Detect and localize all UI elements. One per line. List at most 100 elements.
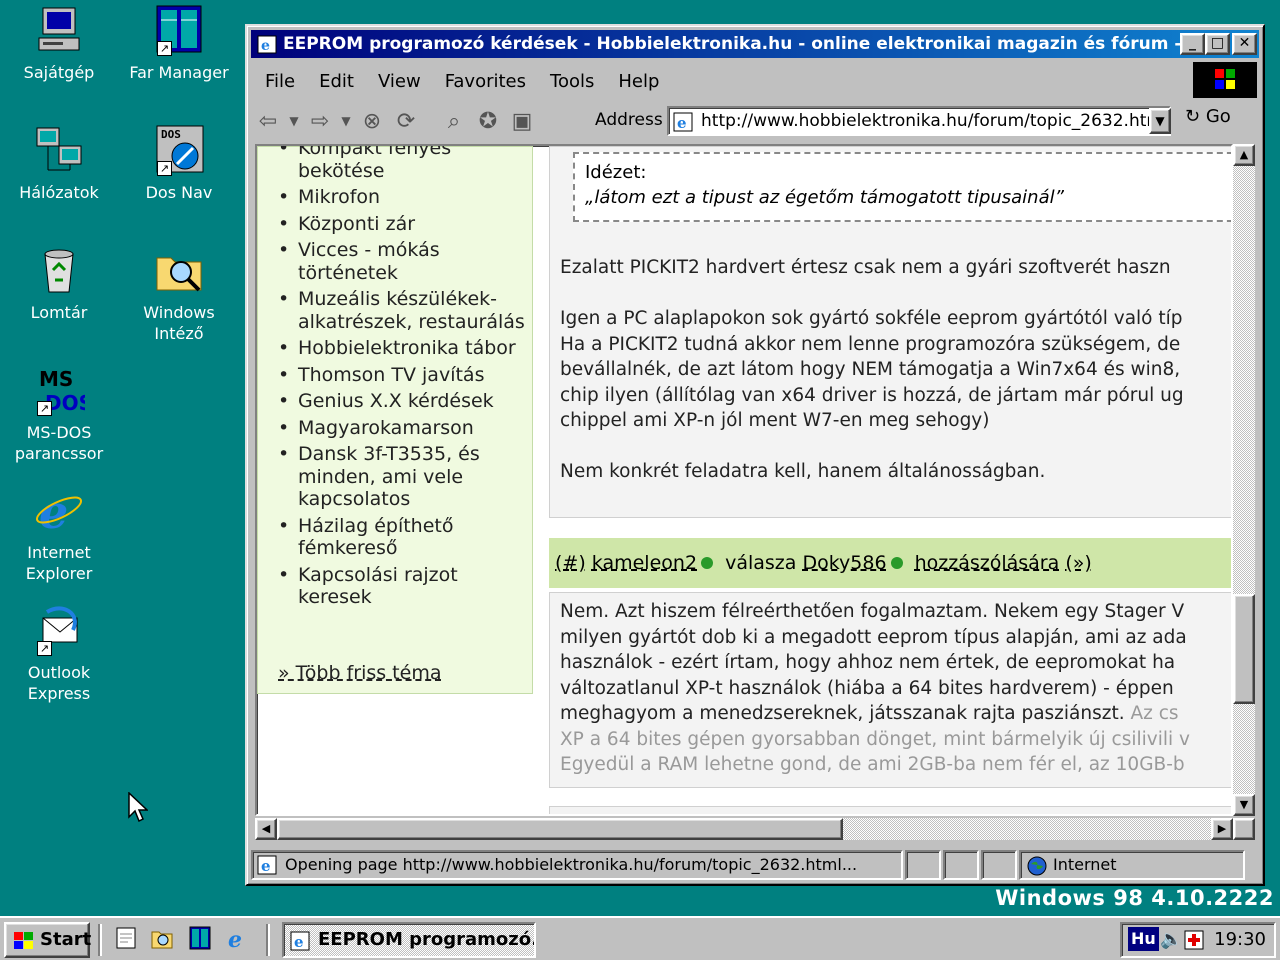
target-user-link[interactable]: Doky586 [802,552,886,574]
horizontal-scrollbar[interactable]: ◀ ▶ [255,818,1233,840]
horizontal-scroll-thumb[interactable] [277,818,843,840]
address-dropdown[interactable]: ▼ [1149,108,1171,134]
history-button[interactable]: ▣ [505,109,539,134]
forward-dropdown[interactable]: ▼ [337,114,355,128]
desktop-icon-far-manager[interactable]: ↗ Far Manager [124,4,234,83]
favorites-button[interactable]: ✪ [471,109,505,134]
reply-jump-link[interactable]: (») [1065,552,1091,574]
sidebar-item[interactable]: Dansk 3f-T3535, és minden, ami vele kapc… [278,443,532,511]
sidebar-item[interactable]: Genius X.X kérdések [278,390,532,413]
sidebar-item-label[interactable]: Thomson TV javítás [298,364,484,386]
ie-page-icon: e [257,35,277,54]
sidebar-item-label[interactable]: Dansk 3f-T3535, és minden, ami vele kapc… [298,443,480,510]
sidebar-item-label[interactable]: Muzeális készülékek-alkatrészek, restaur… [298,288,525,333]
sidebar-item[interactable]: Magyarokamarson [278,417,532,440]
scroll-left-button[interactable]: ◀ [255,818,277,840]
os-version-watermark: Windows 98 4.10.2222 [995,886,1274,910]
vertical-scroll-thumb[interactable] [1233,594,1255,704]
shortcut-arrow-icon: ↗ [157,41,172,56]
online-status-icon [890,557,903,569]
quicklaunch-far-manager-icon[interactable] [188,926,212,950]
online-status-icon [701,557,714,569]
vertical-scrollbar[interactable]: ▲ ▼ [1233,144,1255,816]
outlook-express-icon: ↗ [33,604,85,656]
help-tray-icon[interactable] [1184,930,1204,950]
status-panel [943,850,979,880]
minimize-icon: _ [1189,35,1196,51]
scroll-down-button[interactable]: ▼ [1233,794,1255,816]
desktop-icon-recycle-bin[interactable]: Lomtár [4,244,114,323]
sidebar-item[interactable]: Thomson TV javítás [278,364,532,387]
scrollbar-corner [1233,818,1255,840]
desktop-icon-internet-explorer[interactable]: e Internet Explorer [4,484,114,584]
sidebar-item-label[interactable]: Magyarokamarson [298,417,474,439]
sidebar-item-label[interactable]: Kapcsolási rajzot keresek [298,564,458,609]
author-link[interactable]: kameleon2 [592,552,697,574]
desktop-icon-dos-nav[interactable]: DOS ↗ Dos Nav [124,124,234,203]
more-topics-link[interactable]: » Több friss téma [278,662,441,684]
post-line-faded: Egyedül a RAM lehetne gond, de ami 2GB-b… [560,754,1185,775]
scroll-up-button[interactable]: ▲ [1233,144,1255,166]
sidebar-item-label[interactable]: Mikrofon [298,186,380,208]
forward-button[interactable]: ⇨ [303,109,337,134]
desktop-icon-outlook-express[interactable]: ↗ Outlook Express [4,604,114,704]
search-button[interactable]: ⌕ [437,109,471,134]
window-titlebar[interactable]: e EEPROM programozó kérdések - Hobbielek… [251,30,1259,58]
post-anchor-link[interactable]: (#) [555,552,586,574]
sidebar-item[interactable]: Központi zár [278,213,532,236]
desktop-icon-my-computer[interactable]: Sajátgép [4,4,114,83]
menu-help[interactable]: Help [618,71,659,92]
sidebar-item[interactable]: Hobbielektronika tábor [278,337,532,360]
stop-button[interactable]: ⊗ [355,109,389,134]
taskbar-window-button[interactable]: e EEPROM programozó... [282,922,536,958]
quicklaunch-notepad-icon[interactable] [114,926,138,950]
menu-file[interactable]: File [265,71,295,92]
desktop-icon-network[interactable]: Hálózatok [4,124,114,203]
window-title: EEPROM programozó kérdések - Hobbielektr… [283,34,1224,54]
maximize-icon: □ [1210,35,1225,51]
address-input[interactable]: e http://www.hobbielektronika.hu/forum/t… [667,106,1171,136]
sidebar-item-label[interactable]: Kompakt fényes bekötése [298,146,451,182]
maximize-button[interactable]: □ [1205,33,1230,55]
clock[interactable]: 19:30 [1214,924,1266,956]
search-icon: ⌕ [447,108,461,134]
shortcut-arrow-icon: ↗ [37,401,52,416]
scroll-right-button[interactable]: ▶ [1211,818,1233,840]
refresh-button[interactable]: ⟳ [389,109,423,134]
desktop-icon-windows-explorer[interactable]: Windows Intéző [124,244,234,344]
minimize-button[interactable]: _ [1180,33,1205,55]
sidebar-item-label[interactable]: Hobbielektronika tábor [298,337,516,359]
desktop-icon-msdos[interactable]: MSDOS ↗ MS-DOS parancssor [4,364,114,464]
sidebar-item-label[interactable]: Házilag építhető fémkereső [298,515,454,560]
post-body [549,806,1231,814]
sidebar-item[interactable]: Vicces - mókás történetek [278,239,532,284]
desktop-icon-label: Internet Explorer [25,543,93,583]
menu-edit[interactable]: Edit [319,71,354,92]
far-manager-icon: ↗ [153,4,205,56]
close-icon: ✕ [1238,35,1251,51]
quicklaunch-explorer-icon[interactable] [150,926,174,950]
sidebar-item[interactable]: Házilag építhető fémkereső [278,515,532,560]
menu-view[interactable]: View [378,71,421,92]
volume-icon[interactable]: 🔈 [1160,924,1182,956]
sidebar-item-label[interactable]: Vicces - mókás történetek [298,239,440,284]
close-button[interactable]: ✕ [1232,33,1257,55]
sidebar-item[interactable]: Mikrofon [278,186,532,209]
post-line: chip ilyen (állítólag van x64 driver is … [560,384,1184,406]
quicklaunch-ie-icon[interactable]: e [226,926,250,950]
back-dropdown[interactable]: ▼ [285,114,303,128]
desktop-icon-label: MS-DOS parancssor [14,423,104,463]
start-button[interactable]: Start [4,922,91,958]
sidebar-item[interactable]: Muzeális készülékek-alkatrészek, restaur… [278,288,532,333]
reply-end-text[interactable]: hozzászólására [915,552,1060,574]
language-indicator[interactable]: Hu [1128,927,1159,951]
sidebar-item-label[interactable]: Genius X.X kérdések [298,390,494,412]
sidebar-item[interactable]: Kompakt fényes bekötése [278,146,532,182]
sidebar-item-label[interactable]: Központi zár [298,213,415,235]
go-button[interactable]: ↻ Go [1185,106,1231,127]
sidebar-item[interactable]: Kapcsolási rajzot keresek [278,564,532,609]
menu-favorites[interactable]: Favorites [445,71,526,92]
back-button[interactable]: ⇦ [251,109,285,134]
menu-tools[interactable]: Tools [550,71,594,92]
